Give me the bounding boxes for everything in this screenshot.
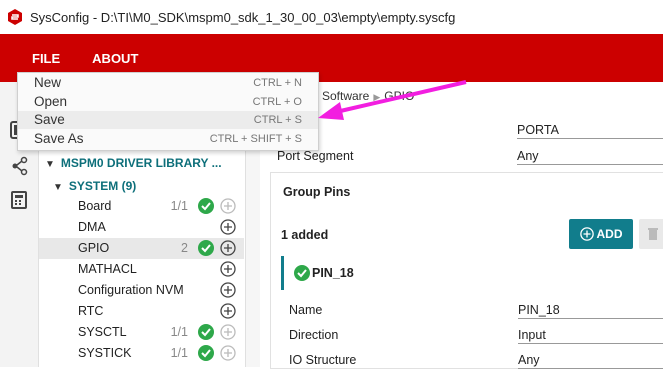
remove-all-button[interactable] <box>639 219 663 249</box>
field-name-label: Name <box>289 303 323 317</box>
add-pin-button[interactable]: ADD <box>569 219 633 249</box>
app-logo-icon <box>8 9 22 25</box>
chevron-down-icon: ▼ <box>45 159 55 170</box>
breadcrumb-software[interactable]: Software <box>322 89 369 103</box>
tree-system-category[interactable]: ▼ SYSTEM (9) <box>53 179 136 193</box>
chevron-right-icon: ▶ <box>373 92 381 102</box>
breadcrumb-gpio: GPIO <box>384 89 415 103</box>
check-circle-icon <box>198 240 214 256</box>
added-count: 1 added <box>281 228 329 242</box>
add-circle-icon[interactable] <box>220 198 236 214</box>
tree-library-header[interactable]: ▼ MSPM0 DRIVER LIBRARY ... <box>45 156 222 170</box>
trash-icon <box>648 228 658 240</box>
tree-item-rtc[interactable]: RTC <box>39 301 244 322</box>
field-direction-label: Direction <box>289 328 339 342</box>
pin-instance-card[interactable]: PIN_18 <box>281 256 663 290</box>
tree-item-sysctl[interactable]: SYSCTL 1/1 <box>39 322 244 343</box>
add-circle-icon[interactable] <box>220 324 236 340</box>
port-segment-label: Port Segment <box>277 149 354 163</box>
port-select[interactable]: PORTA <box>517 123 663 139</box>
chevron-down-icon: ▼ <box>53 182 63 193</box>
direction-select[interactable]: Input <box>518 328 663 344</box>
pinmux-view-icon[interactable] <box>9 156 29 176</box>
config-panel: Software ▶ GPIO PORTA Port Segment Any Gro… <box>260 82 663 369</box>
check-circle-icon <box>198 198 214 214</box>
group-pins-title: Group Pins <box>283 185 351 199</box>
menu-about[interactable]: ABOUT <box>92 51 138 66</box>
field-io-structure-label: IO Structure <box>289 353 357 367</box>
add-circle-icon[interactable] <box>220 345 236 361</box>
tree-item-mathacl[interactable]: MATHACL <box>39 259 244 280</box>
tree-item-systick[interactable]: SYSTICK 1/1 <box>39 343 244 364</box>
add-circle-icon <box>579 227 594 241</box>
add-circle-icon[interactable] <box>220 282 236 298</box>
menu-file[interactable]: FILE <box>32 51 60 66</box>
menu-item-save-as[interactable]: Save As CTRL + SHIFT + S <box>18 130 318 148</box>
tree-item-configuration-nvm[interactable]: Configuration NVM <box>39 280 244 301</box>
file-menu-dropdown: New CTRL + N Open CTRL + O Save CTRL + S… <box>17 72 319 151</box>
tree-item-board[interactable]: Board 1/1 <box>39 196 244 217</box>
port-segment-select[interactable]: Any <box>517 149 663 165</box>
pin-name-input[interactable]: PIN_18 <box>518 303 663 319</box>
add-circle-icon[interactable] <box>220 240 236 256</box>
calculator-icon[interactable] <box>9 190 29 210</box>
add-circle-icon[interactable] <box>220 219 236 235</box>
check-circle-icon <box>294 265 310 281</box>
pin-instance-name: PIN_18 <box>312 266 354 280</box>
title-bar: SysConfig - D:\TI\M0_SDK\mspm0_sdk_1_30_… <box>0 0 663 35</box>
check-circle-icon <box>198 324 214 340</box>
menu-item-new[interactable]: New CTRL + N <box>18 74 318 92</box>
check-circle-icon <box>198 345 214 361</box>
tree-item-dma[interactable]: DMA <box>39 217 244 238</box>
add-circle-icon[interactable] <box>220 303 236 319</box>
tree-item-gpio[interactable]: GPIO 2 <box>39 238 244 259</box>
group-pins-section: Group Pins 1 added ADD PIN_18 Name PIN_1… <box>270 172 663 369</box>
menu-item-open[interactable]: Open CTRL + O <box>18 93 318 111</box>
breadcrumb: Software ▶ GPIO <box>322 89 414 103</box>
menu-item-save[interactable]: Save CTRL + S <box>18 111 318 129</box>
add-circle-icon[interactable] <box>220 261 236 277</box>
window-title: SysConfig - D:\TI\M0_SDK\mspm0_sdk_1_30_… <box>30 9 456 25</box>
